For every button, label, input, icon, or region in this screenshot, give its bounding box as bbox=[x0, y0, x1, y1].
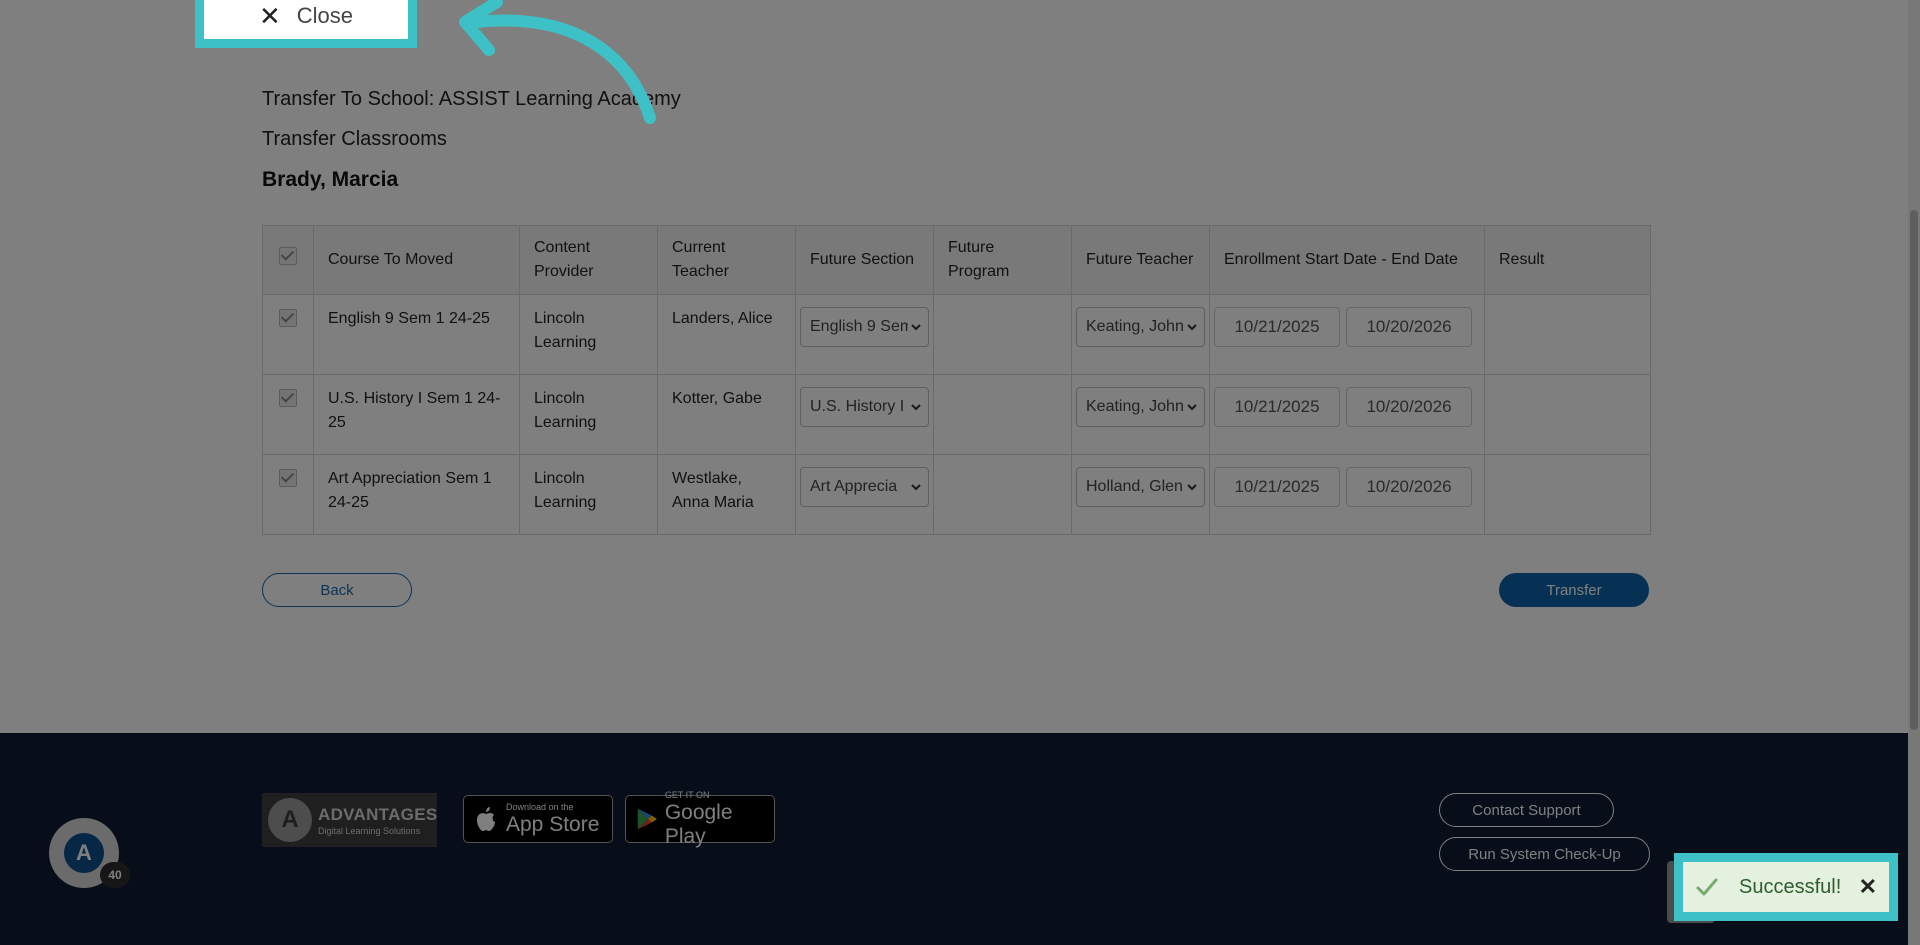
start-date-input[interactable]: 10/21/2025 bbox=[1214, 387, 1340, 427]
success-toast: Successful! ✕ bbox=[1674, 853, 1898, 921]
table-header-row: Course To Moved Content Provider Current… bbox=[262, 225, 1651, 295]
table-row: Art Appreciation Sem 1 24-25 Lincoln Lea… bbox=[262, 454, 1651, 535]
enrollment-dates-cell: 10/21/2025 10/20/2026 bbox=[1209, 294, 1485, 375]
transfer-button[interactable]: Transfer bbox=[1499, 573, 1649, 607]
close-icon: ✕ bbox=[258, 0, 281, 31]
result-cell bbox=[1484, 294, 1651, 375]
provider-cell: Lincoln Learning bbox=[519, 294, 658, 375]
future-teacher-value: Holland, Glen bbox=[1086, 478, 1183, 495]
app-store-small-text: Download on the bbox=[506, 801, 574, 812]
table-row: English 9 Sem 1 24-25 Lincoln Learning L… bbox=[262, 294, 1651, 375]
chat-avatar-icon: A bbox=[64, 833, 104, 873]
column-header: Future Teacher bbox=[1071, 225, 1210, 295]
select-all-checkbox[interactable] bbox=[279, 247, 297, 265]
future-section-value: English 9 Sem bbox=[810, 318, 908, 335]
column-header: Enrollment Start Date - End Date bbox=[1209, 225, 1485, 295]
result-cell bbox=[1484, 454, 1651, 535]
toast-close-icon[interactable]: ✕ bbox=[1859, 874, 1877, 900]
future-section-value: Art Apprecia bbox=[810, 478, 898, 495]
chevron-down-icon bbox=[911, 404, 921, 411]
enrollment-dates-cell: 10/21/2025 10/20/2026 bbox=[1209, 374, 1485, 455]
future-section-select[interactable]: Art Apprecia bbox=[800, 467, 929, 507]
app-store-big-text: App Store bbox=[506, 812, 600, 836]
provider-cell: Lincoln Learning bbox=[519, 454, 658, 535]
column-header: Content Provider bbox=[519, 225, 658, 295]
close-button[interactable]: ✕ Close bbox=[195, 0, 417, 48]
future-section-select[interactable]: U.S. History I bbox=[800, 387, 929, 427]
row-checkbox[interactable] bbox=[279, 309, 297, 327]
end-date-input[interactable]: 10/20/2026 bbox=[1346, 307, 1472, 347]
google-play-badge[interactable]: GET IT ON Google Play bbox=[625, 790, 775, 848]
logo-brand-text: ADVANTAGES bbox=[318, 804, 438, 824]
select-all-header bbox=[262, 225, 314, 295]
future-program-cell bbox=[933, 374, 1072, 455]
column-header: Future Section bbox=[795, 225, 934, 295]
table-row: U.S. History I Sem 1 24-25 Lincoln Learn… bbox=[262, 374, 1651, 455]
chevron-down-icon bbox=[911, 324, 921, 331]
column-header: Future Program bbox=[933, 225, 1072, 295]
row-select-cell bbox=[262, 294, 314, 375]
chevron-down-icon bbox=[1187, 324, 1197, 331]
run-system-checkup-button[interactable]: Run System Check-Up bbox=[1439, 837, 1650, 871]
enrollment-dates-cell: 10/21/2025 10/20/2026 bbox=[1209, 454, 1485, 535]
transfer-classrooms-label: Transfer Classrooms bbox=[262, 128, 447, 150]
future-teacher-cell: Keating, John bbox=[1071, 374, 1210, 455]
toast-message: Successful! bbox=[1739, 875, 1842, 898]
course-cell: Art Appreciation Sem 1 24-25 bbox=[313, 454, 520, 535]
future-teacher-select[interactable]: Holland, Glen bbox=[1076, 467, 1205, 507]
back-button[interactable]: Back bbox=[262, 573, 412, 607]
future-teacher-select[interactable]: Keating, John bbox=[1076, 307, 1205, 347]
row-checkbox[interactable] bbox=[279, 389, 297, 407]
column-header: Course To Moved bbox=[313, 225, 520, 295]
row-select-cell bbox=[262, 374, 314, 455]
end-date-input[interactable]: 10/20/2026 bbox=[1346, 467, 1472, 507]
google-play-icon bbox=[637, 808, 657, 830]
future-section-cell: Art Apprecia bbox=[795, 454, 934, 535]
future-program-cell bbox=[933, 294, 1072, 375]
advantages-logo-icon: A bbox=[268, 798, 312, 842]
column-header: Result bbox=[1484, 225, 1651, 295]
app-store-badge[interactable]: Download on the App Store bbox=[463, 795, 613, 843]
start-date-input[interactable]: 10/21/2025 bbox=[1214, 307, 1340, 347]
chevron-down-icon bbox=[911, 484, 921, 491]
student-name: Brady, Marcia bbox=[262, 168, 399, 191]
future-teacher-cell: Keating, John bbox=[1071, 294, 1210, 375]
google-play-big-text: Google Play bbox=[664, 800, 733, 848]
chevron-down-icon bbox=[1187, 484, 1197, 491]
google-play-small-text: GET IT ON bbox=[664, 789, 710, 800]
chevron-down-icon bbox=[1187, 404, 1197, 411]
provider-cell: Lincoln Learning bbox=[519, 374, 658, 455]
teacher-cell: Westlake, Anna Maria bbox=[657, 454, 796, 535]
future-section-cell: U.S. History I bbox=[795, 374, 934, 455]
future-section-cell: English 9 Sem bbox=[795, 294, 934, 375]
teacher-cell: Kotter, Gabe bbox=[657, 374, 796, 455]
row-checkbox[interactable] bbox=[279, 469, 297, 487]
teacher-cell: Landers, Alice bbox=[657, 294, 796, 375]
future-teacher-select[interactable]: Keating, John bbox=[1076, 387, 1205, 427]
end-date-input[interactable]: 10/20/2026 bbox=[1346, 387, 1472, 427]
column-header: Current Teacher bbox=[657, 225, 796, 295]
result-cell bbox=[1484, 374, 1651, 455]
scrollbar-thumb[interactable] bbox=[1910, 210, 1918, 730]
check-icon bbox=[1696, 878, 1718, 896]
contact-support-button[interactable]: Contact Support bbox=[1439, 793, 1614, 827]
future-section-value: U.S. History I bbox=[810, 398, 905, 415]
advantages-logo[interactable]: A ADVANTAGES Digital Learning Solutions bbox=[262, 793, 437, 847]
apple-icon bbox=[477, 807, 495, 831]
future-teacher-value: Keating, John bbox=[1086, 318, 1184, 335]
notification-count-badge: 40 bbox=[100, 862, 130, 888]
future-teacher-cell: Holland, Glen bbox=[1071, 454, 1210, 535]
logo-tagline-text: Digital Learning Solutions bbox=[318, 825, 421, 836]
future-program-cell bbox=[933, 454, 1072, 535]
future-section-select[interactable]: English 9 Sem bbox=[800, 307, 929, 347]
callout-arrow-icon bbox=[459, 0, 656, 124]
start-date-input[interactable]: 10/21/2025 bbox=[1214, 467, 1340, 507]
row-select-cell bbox=[262, 454, 314, 535]
course-cell: U.S. History I Sem 1 24-25 bbox=[313, 374, 520, 455]
close-label: Close bbox=[296, 3, 354, 28]
transfer-table: Course To Moved Content Provider Current… bbox=[262, 225, 1651, 535]
future-teacher-value: Keating, John bbox=[1086, 398, 1184, 415]
course-cell: English 9 Sem 1 24-25 bbox=[313, 294, 520, 375]
